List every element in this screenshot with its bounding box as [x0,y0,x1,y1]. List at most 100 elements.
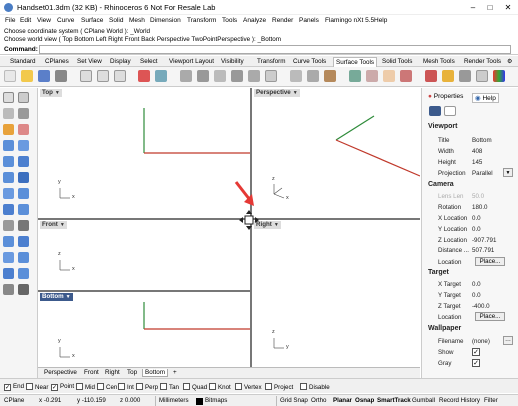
record-history-toggle[interactable]: Record History [439,397,480,404]
save-icon[interactable] [38,70,50,82]
command-input[interactable] [39,45,511,54]
shaded-icon[interactable] [307,70,319,82]
viewport-bottom[interactable]: Bottom ▼ y x [38,292,250,367]
minimize-button[interactable]: – [466,2,480,13]
osnap-end[interactable]: ✓ End [4,383,24,391]
prop-value-rotation[interactable]: 180.0 [472,204,487,211]
tabs-overflow-icon[interactable]: ⚙ [505,57,514,67]
split-icon[interactable] [18,220,29,231]
explode-icon[interactable] [18,236,29,247]
status-cplane[interactable]: CPlane [4,397,24,404]
camera-place-button[interactable]: Place... [475,257,505,266]
chamfer-icon[interactable] [18,204,29,215]
menu-transform[interactable]: Transform [187,17,216,24]
status-layer[interactable]: Bitmaps [205,397,227,404]
tab-render-tools[interactable]: Render Tools [462,57,503,67]
viewport-tab-top[interactable]: Top [125,369,139,376]
osnap-mid-checkbox[interactable] [76,383,83,390]
rectangle-icon[interactable] [18,140,29,151]
dimension-icon[interactable] [3,284,14,295]
move-icon[interactable] [3,252,14,263]
status-units[interactable]: Millimeters [159,397,189,404]
cylinder-icon[interactable] [18,172,29,183]
prop-value-distance[interactable]: 507.791 [472,247,494,254]
tab-curve-tools[interactable]: Curve Tools [291,57,328,67]
viewport-perspective[interactable]: Perspective ▼ z x [252,88,420,218]
menu-help[interactable]: Help [374,17,387,24]
menu-mesh[interactable]: Mesh [129,17,145,24]
viewport-right[interactable]: Right ▼ z y [252,220,420,367]
zoom-selected-icon[interactable] [265,70,277,82]
osnap-perp-checkbox[interactable] [136,383,143,390]
osnap-mid[interactable]: Mid [76,383,95,391]
fillet-icon[interactable] [3,204,14,215]
menu-curve[interactable]: Curve [57,17,74,24]
osnap-end-checkbox[interactable]: ✓ [4,384,11,391]
point-icon[interactable] [18,92,29,103]
circle-icon[interactable] [3,124,14,135]
extrude-icon[interactable] [18,156,29,167]
viewport-tab-front[interactable]: Front [82,369,101,376]
redo-icon[interactable] [155,70,167,82]
menu-render[interactable]: Render [272,17,293,24]
tab-cplanes[interactable]: CPlanes [43,57,71,67]
zoom-window-icon[interactable] [231,70,243,82]
tab-select[interactable]: Select [138,57,160,67]
ellipse-icon[interactable] [3,140,14,151]
scale-icon[interactable] [18,268,29,279]
rotate-view-icon[interactable] [197,70,209,82]
prop-value-x-location[interactable]: 0.0 [472,215,481,222]
polyline-icon[interactable] [3,108,14,119]
show-checkbox[interactable]: ✓ [472,348,480,356]
osnap-cen-checkbox[interactable] [97,383,104,390]
osnap-point[interactable]: ✓ Point [51,383,74,391]
menu-edit[interactable]: Edit [20,17,31,24]
browse-button[interactable]: … [503,336,513,345]
chevron-down-icon[interactable]: ▼ [503,168,513,177]
planar-toggle[interactable]: Planar [333,397,352,404]
prop-value-x-target[interactable]: 0.0 [472,281,481,288]
tab-mesh-tools[interactable]: Mesh Tools [421,57,457,67]
osnap-point-checkbox[interactable]: ✓ [51,384,58,391]
grid-snap-toggle[interactable]: Grid Snap [280,397,308,404]
copy-icon[interactable] [97,70,109,82]
sphere-tool-icon[interactable] [3,188,14,199]
undo-icon[interactable] [138,70,150,82]
osnap-toggle[interactable]: Osnap [355,397,374,404]
menu-view[interactable]: View [37,17,51,24]
curve-icon[interactable] [18,108,29,119]
osnap-int-checkbox[interactable] [118,383,125,390]
object-properties-icon[interactable] [444,106,456,116]
rendered-icon[interactable] [324,70,336,82]
cut-icon[interactable] [80,70,92,82]
osnap-near[interactable]: Near [26,383,48,391]
move-cursor-icon[interactable] [238,209,260,231]
zoom-icon[interactable] [214,70,226,82]
ortho-toggle[interactable]: Ortho [311,397,326,404]
tab-surface-tools[interactable]: Surface Tools [333,57,378,67]
osnap-perp[interactable]: Perp [136,383,158,391]
osnap-knot[interactable]: Knot [209,383,231,391]
prop-value-filename[interactable]: (none) [472,338,490,345]
viewport-tab-right[interactable]: Right [103,369,122,376]
menu-panels[interactable]: Panels [299,17,319,24]
osnap-vertex[interactable]: Vertex [235,383,262,391]
join-icon[interactable] [3,236,14,247]
osnap-int[interactable]: Int [118,383,134,391]
zoom-extents-icon[interactable] [248,70,260,82]
open-file-icon[interactable] [21,70,33,82]
projection-select[interactable]: Parallel [472,170,493,177]
menu-flamingo[interactable]: Flamingo nXt 5.5 [325,17,374,24]
viewport-tab-perspective[interactable]: Perspective [42,369,79,376]
prop-value-z-target[interactable]: -400.0 [472,303,490,310]
tab-viewport-layout[interactable]: Viewport Layout [167,57,216,67]
prop-value-z-location[interactable]: -907.791 [472,237,496,244]
prop-value-width[interactable]: 408 [472,148,482,155]
light-icon[interactable] [442,70,454,82]
mesh-icon[interactable] [18,188,29,199]
viewport-tab-bottom[interactable]: Bottom [142,369,168,377]
sphere-icon[interactable] [459,70,471,82]
tab-visibility[interactable]: Visibility [219,57,246,67]
ghosted-icon[interactable] [290,70,302,82]
text-icon[interactable] [18,284,29,295]
